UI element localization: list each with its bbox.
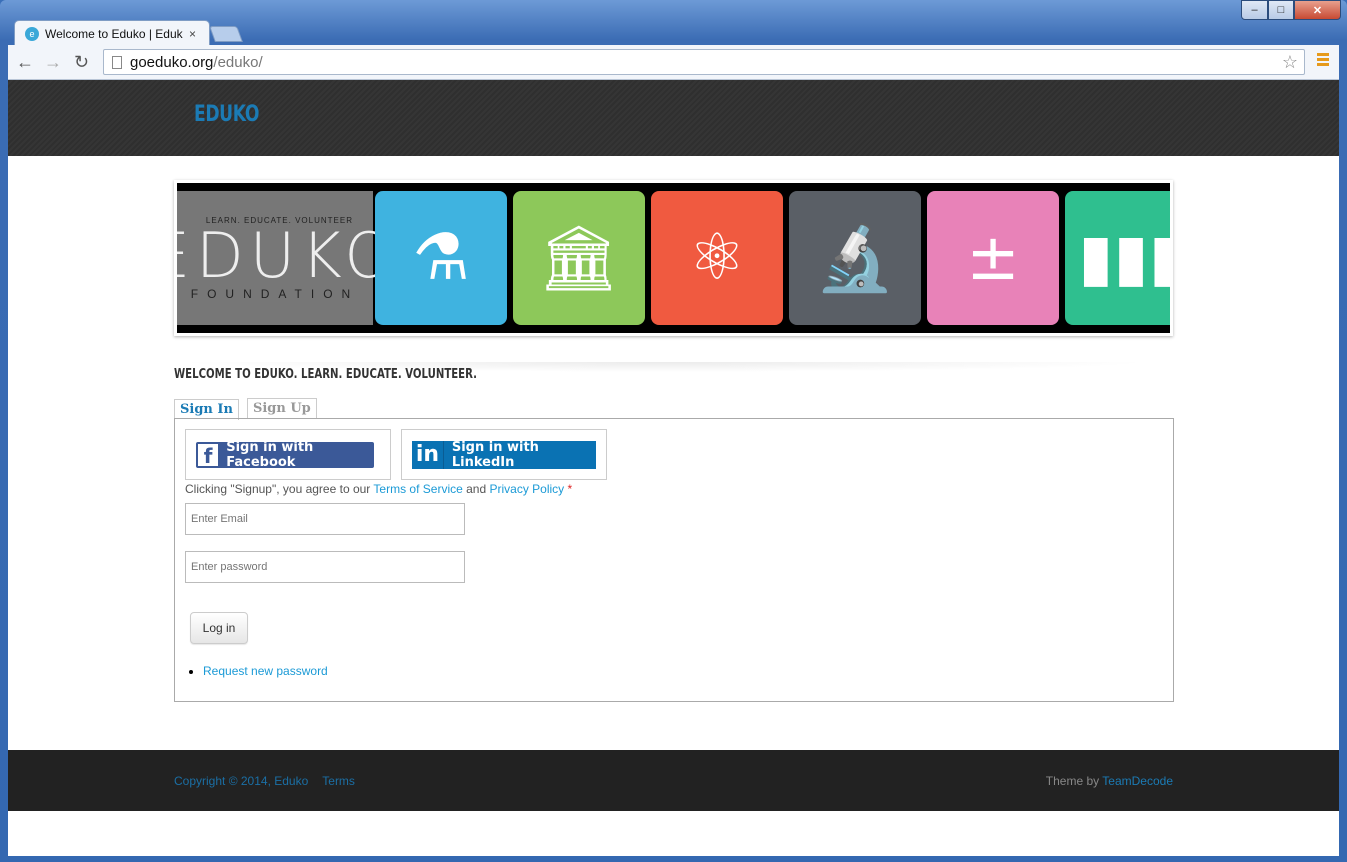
linkedin-signin-label: Sign in with LinkedIn [451,439,539,470]
microscope-tile: 🔬 [789,191,921,325]
eduko-foundation-logo: LEARN. EDUCATE. VOLUNTEER EDUKO FOUNDATI… [177,191,393,325]
calculator-icon: ± [966,221,1020,295]
footer-left: Copyright © 2014, Eduko Terms [174,774,355,788]
books-icon: ▮▮▮ [1078,221,1170,295]
privacy-policy-link[interactable]: Privacy Policy [489,482,564,496]
tab-sign-in[interactable]: Sign In [174,399,239,420]
url-host: goeduko.org [130,53,214,71]
logo-subtext: FOUNDATION [190,286,360,301]
theme-credit-link[interactable]: TeamDecode [1102,774,1173,788]
maximize-button[interactable]: □ [1268,0,1294,20]
logo-text: EDUKO [177,218,400,292]
books-tile: ▮▮▮ [1065,191,1170,325]
atom-tile: ⚛ [651,191,783,325]
password-field[interactable] [185,551,465,583]
facebook-login-box: f Sign in with Facebook [185,429,391,480]
signin-form: f Sign in with Facebook in Sign in with … [174,418,1174,702]
reload-icon[interactable]: ↻ [74,52,89,73]
museum-tile: 🏛 [513,191,645,325]
banner: LEARN. EDUCATE. VOLUNTEER EDUKO FOUNDATI… [174,180,1173,336]
linkedin-signin-button[interactable]: in Sign in with LinkedIn [412,439,596,470]
form-links: Request new password [203,664,328,678]
browser-toolbar: ← → ↻ goeduko.org/eduko/ ☆ [8,45,1339,80]
new-tab-button[interactable] [209,26,243,42]
terms-notice: Clicking "Signup", you agree to our Term… [185,482,572,496]
window-controls: – □ ✕ [1241,0,1341,20]
login-button[interactable]: Log in [190,612,248,644]
terms-and: and [462,482,490,496]
page-viewport: EDUKO LEARN. EDUCATE. VOLUNTEER EDUKO FO… [8,80,1339,856]
facebook-signin-button[interactable]: f Sign in with Facebook [196,439,374,470]
terms-prefix: Clicking "Signup", you agree to our [185,482,374,496]
linkedin-login-box: in Sign in with LinkedIn [401,429,607,480]
facebook-icon: f [198,443,219,466]
welcome-heading: WELCOME TO EDUKO. LEARN. EDUCATE. VOLUNT… [174,367,477,382]
page-icon [112,55,122,69]
site-favicon-icon: e [25,26,39,41]
browser-window: – □ ✕ e Welcome to Eduko | Eduko × ← → ↻… [0,0,1347,862]
bookmark-star-icon[interactable]: ☆ [1282,52,1298,73]
minimize-button[interactable]: – [1241,0,1268,20]
microscope-icon: 🔬 [815,221,895,296]
footer-terms-link[interactable]: Terms [322,774,355,788]
request-password-link[interactable]: Request new password [203,664,328,678]
museum-icon: 🏛 [538,221,620,296]
site-header: EDUKO [8,80,1339,156]
tab-close-icon[interactable]: × [189,27,196,41]
site-logo[interactable]: EDUKO [194,102,259,127]
browser-tab[interactable]: e Welcome to Eduko | Eduko × [14,20,210,46]
back-arrow-icon[interactable]: ← [16,52,34,73]
flask-icon: ⚗ [412,221,470,295]
footer-right: Theme by TeamDecode [1046,774,1173,788]
theme-prefix: Theme by [1045,774,1103,788]
close-window-button[interactable]: ✕ [1294,0,1341,20]
calculator-tile: ± [927,191,1059,325]
terms-of-service-link[interactable]: Terms of Service [373,482,462,496]
facebook-signin-label: Sign in with Facebook [226,439,314,470]
list-item: Request new password [203,664,328,678]
linkedin-icon: in [412,440,444,469]
flask-tile: ⚗ [375,191,507,325]
forward-arrow-icon[interactable]: → [44,52,62,73]
required-marker: * [567,482,573,496]
copyright-text: Copyright © 2014, Eduko [174,774,309,788]
browser-menu-icon[interactable] [1317,53,1329,68]
banner-strip: LEARN. EDUCATE. VOLUNTEER EDUKO FOUNDATI… [177,183,1170,333]
email-field[interactable] [185,503,465,535]
tab-title: Welcome to Eduko | Eduko [45,26,183,41]
auth-tabs: Sign In Sign Up [174,398,325,420]
tab-sign-up[interactable]: Sign Up [246,398,317,419]
address-bar[interactable]: goeduko.org/eduko/ ☆ [103,49,1305,75]
atom-icon: ⚛ [688,221,746,295]
url-path: /eduko/ [213,53,263,71]
site-footer: Copyright © 2014, Eduko Terms Theme by Te… [8,750,1339,811]
